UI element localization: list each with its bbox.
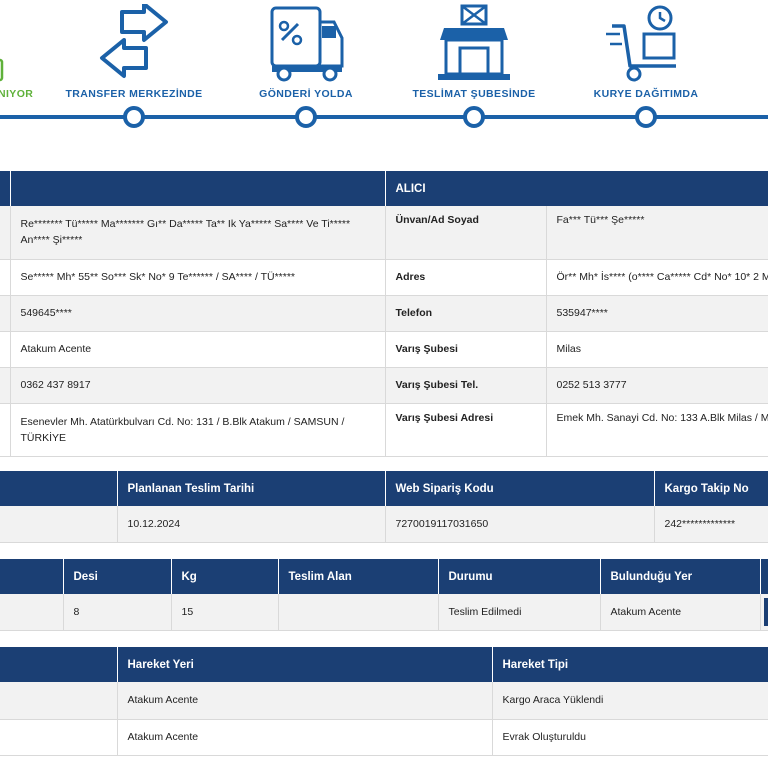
step-delivery-branch: TESLİMAT ŞUBESİNDE — [394, 0, 554, 140]
desi-header: Desi — [63, 559, 172, 594]
package-table: Desi Kg Teslim Alan Durumu Bulunduğu Yer… — [0, 559, 768, 631]
table-row: Atakum Acente Evrak Oluşturuldu — [0, 719, 768, 756]
row-action-button[interactable] — [764, 598, 768, 626]
tracking-number-value: 242************* — [654, 506, 768, 543]
tracking-number-header: Kargo Takip No — [654, 471, 768, 506]
location-value: Atakum Acente — [600, 594, 761, 631]
movement-type-value: Evrak Oluşturuldu — [492, 719, 768, 756]
sender-phone-value: 549645**** — [10, 295, 386, 332]
receiver-name-value: Fa*** Tü*** Şe***** — [546, 206, 768, 260]
step-on-the-way: GÖNDERİ YOLDA — [226, 0, 386, 140]
step-node — [463, 106, 485, 128]
status-value: Teslim Edilmedi — [438, 594, 601, 631]
receiver-address-value: Ör** Mh* İs**** (o**** Ca***** Cd* No* 1… — [546, 259, 768, 296]
origin-branch-value: Atakum Acente — [10, 331, 386, 368]
step-label: KURYE DAĞITIMDA — [593, 88, 699, 100]
step-node — [295, 106, 317, 128]
step-courier-delivery: KURYE DAĞITIMDA — [566, 0, 726, 140]
arrival-branch-phone-label: Varış Şubesi Tel. — [385, 367, 547, 404]
kg-header: Kg — [171, 559, 279, 594]
arrival-branch-address-label: Varış Şubesi Adresi — [385, 403, 547, 457]
table-row: 8 15 Teslim Edilmedi Atakum Acente — [0, 594, 768, 631]
desi-value: 8 — [63, 594, 172, 631]
receiver-phone-label: Telefon — [385, 295, 547, 332]
receiver-phone-value: 535947**** — [546, 295, 768, 332]
truck-icon — [270, 6, 344, 82]
table-row: Esenevler Mh. Atatürkbulvarı Cd. No: 131… — [0, 403, 768, 457]
order-code-value: 7270019117031650 — [385, 506, 655, 543]
step-prepared: NIYOR — [0, 0, 58, 140]
sender-name-value: Re******* Tü***** Ma******* Gı** Da*****… — [10, 206, 386, 260]
sender-header-cell — [10, 171, 386, 206]
movement-type-header: Hareket Tipi — [492, 647, 768, 682]
arrival-branch-address-value: Emek Mh. Sanayi Cd. No: 133 A.Blk Milas … — [546, 403, 768, 457]
table-row: 0362 437 8917 Varış Şubesi Tel. 0252 513… — [0, 367, 768, 404]
order-code-header: Web Sipariş Kodu — [385, 471, 655, 506]
sender-header — [0, 171, 11, 206]
hand-truck-icon — [606, 5, 676, 82]
table-row: Atakum Acente Varış Şubesi Milas — [0, 331, 768, 368]
movement-place-value: Atakum Acente — [117, 682, 493, 720]
kg-value: 15 — [171, 594, 279, 631]
transfer-arrows-icon — [100, 4, 168, 78]
movement-place-value: Atakum Acente — [117, 719, 493, 756]
origin-branch-phone-value: 0362 437 8917 — [10, 367, 386, 404]
received-by-header: Teslim Alan — [278, 559, 439, 594]
step-label: NIYOR — [0, 88, 34, 100]
receiver-header: ALICI — [385, 171, 768, 206]
box-icon — [0, 58, 4, 82]
step-label: TRANSFER MERKEZİNDE — [65, 88, 203, 100]
status-header: Durumu — [438, 559, 601, 594]
table-row: Atakum Acente Kargo Araca Yüklendi — [0, 682, 768, 720]
table-row: 549645**** Telefon 535947**** — [0, 295, 768, 332]
arrival-branch-label: Varış Şubesi — [385, 331, 547, 368]
shipment-progress-tracker: NIYOR TRANSFER MERKEZİNDE GÖNDERİ YOLDA — [0, 0, 768, 140]
receiver-name-label: Ünvan/Ad Soyad — [385, 206, 547, 260]
step-node — [635, 106, 657, 128]
origin-branch-address-value: Esenevler Mh. Atatürkbulvarı Cd. No: 131… — [10, 403, 386, 457]
planned-delivery-header: Planlanan Teslim Tarihi — [117, 471, 386, 506]
arrival-branch-phone-value: 0252 513 3777 — [546, 367, 768, 404]
step-label: GÖNDERİ YOLDA — [259, 88, 353, 100]
planned-delivery-value: 10.12.2024 — [117, 506, 386, 543]
step-label: TESLİMAT ŞUBESİNDE — [412, 88, 536, 100]
movement-type-value: Kargo Araca Yüklendi — [492, 682, 768, 720]
location-header: Bulunduğu Yer — [600, 559, 761, 594]
step-node — [123, 106, 145, 128]
step-transfer-center: TRANSFER MERKEZİNDE — [54, 0, 214, 140]
table-row: Re******* Tü***** Ma******* Gı** Da*****… — [0, 206, 768, 260]
movements-table: Hareket Yeri Hareket Tipi Atakum Acente … — [0, 647, 768, 756]
movement-place-header: Hareket Yeri — [117, 647, 493, 682]
table-row: Se***** Mh* 55** So*** Sk* No* 9 Te*****… — [0, 259, 768, 296]
table-row: 10.12.2024 7270019117031650 242*********… — [0, 506, 768, 543]
shipment-info-table: Planlanan Teslim Tarihi Web Sipariş Kodu… — [0, 471, 768, 543]
store-icon — [438, 4, 510, 80]
sender-receiver-table: ALICI Re******* Tü***** Ma******* Gı** D… — [0, 171, 768, 457]
sender-address-value: Se***** Mh* 55** So*** Sk* No* 9 Te*****… — [10, 259, 386, 296]
received-by-value — [278, 594, 439, 631]
arrival-branch-value: Milas — [546, 331, 768, 368]
receiver-address-label: Adres — [385, 259, 547, 296]
